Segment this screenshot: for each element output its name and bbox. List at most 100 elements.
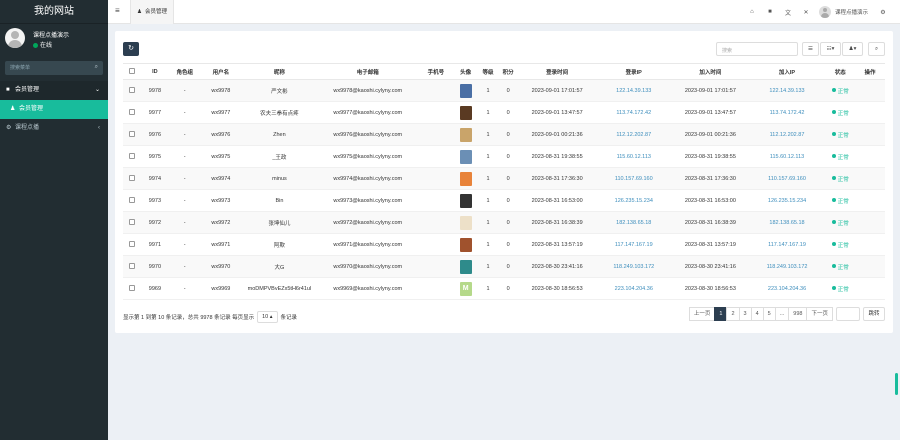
columns-button[interactable]: ☷▾ [820,42,841,56]
cell-login-ip[interactable]: 113.74.172.42 [595,101,673,124]
cell-join-time: 2023-09-01 17:01:57 [672,79,749,102]
cell-login-ip[interactable]: 115.60.12.113 [595,145,673,168]
sidebar-search-input[interactable]: 搜索菜单 ⌕ [5,61,103,75]
top-user-menu[interactable]: 课程点播演示 [818,6,868,18]
row-select-cell[interactable] [123,277,141,300]
avatar[interactable] [459,237,472,252]
toggle-view-button[interactable]: ☰ [802,42,819,56]
menu-toggle-icon[interactable]: ≡ [115,6,120,15]
cell-login-ip[interactable]: 223.104.204.36 [595,277,673,300]
fullscreen-icon[interactable]: ✕ [797,9,815,16]
page-size-select[interactable]: 10 ▴ [257,311,278,323]
cell-join-ip[interactable]: 118.249.103.172 [748,255,826,278]
settings-gears-icon[interactable]: ⚙ [874,9,892,16]
cell-join-ip[interactable]: 223.104.204.36 [748,277,826,300]
tab-member-manage[interactable]: ♟ 会员管理 [130,0,174,24]
table-row[interactable]: 9976- wx9976 Zhen wx9976@kaoshi.cylyny.com 1… [123,123,885,146]
table-row[interactable]: 9969- wx9969 moDMPVBvEZx5tH6r41ul wx9969@ka… [123,277,885,300]
row-select-cell[interactable] [123,233,141,256]
page-button[interactable]: 下一页 [806,307,833,321]
table-row[interactable]: 9970- wx9970 大G wx9970@kaoshi.cylyny.com 1 0 2… [123,255,885,278]
cell-id: 9976 [140,123,170,146]
row-checkbox[interactable] [128,109,135,116]
cell-username: wx9973 [199,189,243,212]
status-label: 正常 [837,264,849,271]
table-row[interactable]: 9975- wx9975 _王政 wx9975@kaoshi.cylyny.com 1 0… [123,145,885,168]
advanced-search-button[interactable]: ⌕ [868,42,885,56]
row-checkbox[interactable] [128,175,135,182]
cell-join-ip[interactable]: 113.74.172.42 [748,101,826,124]
row-checkbox[interactable] [128,153,135,160]
table-row[interactable]: 9977- wx9977 农夫三拳有点疼 wx9977@kaoshi.cylyny.c… [123,101,885,124]
table-row[interactable]: 9973- wx9973 Bin wx9973@kaoshi.cylyny.com 1 0… [123,189,885,212]
refresh-button[interactable]: ↻ [123,42,139,56]
table-row[interactable]: 9974- wx9974 minus wx9974@kaoshi.cylyny.com… [123,167,885,190]
page-jump-button[interactable]: 跳转 [863,307,885,321]
col-header[interactable]: 积分 [497,63,519,80]
scroll-indicator[interactable] [895,373,898,395]
select-all-checkbox[interactable] [128,68,135,75]
row-checkbox[interactable] [128,263,135,270]
cell-login-ip[interactable]: 126.235.15.234 [595,189,673,212]
row-checkbox[interactable] [128,87,135,94]
cell-join-ip[interactable]: 112.12.202.87 [748,123,826,146]
home-icon[interactable]: ⌂ [743,9,761,15]
page-jump-input[interactable] [836,307,860,321]
avatar[interactable] [459,259,472,274]
avatar[interactable] [459,83,472,98]
row-checkbox[interactable] [128,131,135,138]
row-checkbox[interactable] [128,219,135,226]
col-header[interactable]: 加入时间 [672,63,749,80]
cell-login-ip[interactable]: 118.249.103.172 [595,255,673,278]
cell-join-ip[interactable]: 182.138.65.18 [748,211,826,234]
row-select-cell[interactable] [123,79,141,102]
row-select-cell[interactable] [123,211,141,234]
row-checkbox[interactable] [128,285,135,292]
cell-login-ip[interactable]: 182.138.65.18 [595,211,673,234]
trash-icon[interactable]: ■ [761,9,779,15]
search-icon[interactable]: ⌕ [95,64,98,71]
col-header: 电子邮箱 [316,63,419,80]
row-checkbox[interactable] [128,241,135,248]
page-button[interactable]: 998 [788,307,808,321]
avatar[interactable]: M [459,281,472,296]
page-button[interactable]: 上一页 [688,307,716,321]
cell-join-ip[interactable]: 115.60.12.113 [748,145,826,168]
cell-login-ip[interactable]: 112.12.202.87 [595,123,673,146]
language-icon[interactable]: 文 [779,8,797,17]
avatar[interactable] [459,171,472,186]
avatar[interactable] [459,105,472,120]
row-select-cell[interactable] [123,255,141,278]
table-row[interactable]: 9971- wx9971 阿欺 wx9971@kaoshi.cylyny.com 1 0 2… [123,233,885,256]
row-select-cell[interactable] [123,167,141,190]
avatar[interactable] [459,193,472,208]
row-select-cell[interactable] [123,123,141,146]
avatar[interactable] [459,149,472,164]
cell-join-ip[interactable]: 117.147.167.19 [748,233,826,256]
sidebar-item-member-group[interactable]: ■ 会员管理 ⌄ [0,81,108,100]
col-header[interactable]: 等级 [478,63,498,80]
export-button[interactable]: ♟▾ [842,42,863,56]
table-search-input[interactable]: 搜索 [716,42,798,56]
cell-join-ip[interactable]: 122.14.39.133 [748,79,826,102]
cell-mobile [418,255,453,278]
sidebar-item-course[interactable]: ⚙ 课程点播 ‹ [0,119,108,138]
row-checkbox[interactable] [128,197,135,204]
row-select-cell[interactable] [123,189,141,212]
avatar[interactable] [459,215,472,230]
cell-login-ip[interactable]: 110.157.69.160 [595,167,673,190]
col-header[interactable]: ID [140,63,170,80]
cell-join-ip[interactable]: 126.235.15.234 [748,189,826,212]
row-select-cell[interactable] [123,101,141,124]
cell-login-ip[interactable]: 117.147.167.19 [595,233,673,256]
row-select-cell[interactable] [123,145,141,168]
cell-join-ip[interactable]: 110.157.69.160 [748,167,826,190]
table-row[interactable]: 9978- wx9978 严文彬 wx9978@kaoshi.cylyny.com 1 0… [123,79,885,102]
col-header[interactable]: 登录时间 [518,63,596,80]
avatar[interactable] [459,127,472,142]
select-all-cell[interactable] [123,63,141,80]
sidebar-item-member-manage[interactable]: ♟ 会员管理 [0,100,108,119]
cell-login-ip[interactable]: 122.14.39.133 [595,79,673,102]
table-row[interactable]: 9972- wx9972 张坤仙儿 wx9972@kaoshi.cylyny.com 1… [123,211,885,234]
site-brand[interactable]: 我的网站 [0,0,108,24]
